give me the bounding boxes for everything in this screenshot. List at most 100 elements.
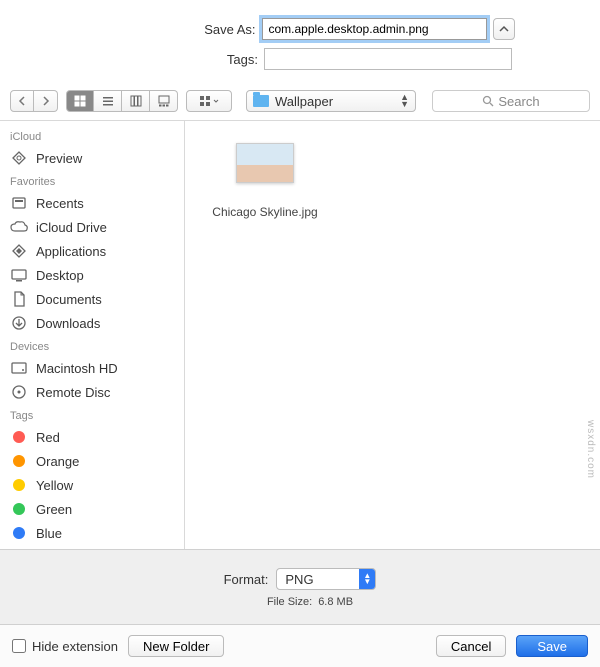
tag-dot-orange: [10, 452, 28, 470]
filesize-label: File Size:: [267, 596, 312, 608]
updown-icon: ▲▼: [359, 569, 375, 589]
forward-button[interactable]: [34, 90, 58, 112]
format-row: Format: PNG ▲▼: [224, 568, 377, 590]
save-as-row: Save As:: [86, 18, 515, 40]
cancel-button[interactable]: Cancel: [436, 635, 506, 657]
chevron-right-icon: [42, 96, 50, 106]
sidebar-item-macintosh-hd[interactable]: Macintosh HD: [0, 356, 184, 380]
sidebar-item-label: Blue: [36, 526, 62, 541]
watermark: wsxdn.com: [585, 420, 596, 479]
save-button[interactable]: Save: [516, 635, 588, 657]
format-select[interactable]: PNG ▲▼: [276, 568, 376, 590]
back-button[interactable]: [10, 90, 34, 112]
save-as-input[interactable]: [262, 18, 487, 40]
tag-dot-yellow: [10, 476, 28, 494]
sidebar-item-label: Recents: [36, 196, 84, 211]
filesize-row: File Size: 6.8 MB: [247, 596, 353, 608]
hide-extension-checkbox[interactable]: Hide extension: [12, 639, 118, 654]
sidebar-item-remote-disc[interactable]: Remote Disc: [0, 380, 184, 404]
sidebar-tag-red[interactable]: Red: [0, 425, 184, 449]
grid-icon: [74, 95, 86, 107]
sidebar-item-label: iCloud Drive: [36, 220, 107, 235]
view-list-button[interactable]: [94, 90, 122, 112]
search-placeholder: Search: [498, 94, 539, 109]
file-item[interactable]: Chicago Skyline.jpg: [205, 137, 325, 533]
group-by-button[interactable]: [186, 90, 232, 112]
new-folder-button[interactable]: New Folder: [128, 635, 224, 657]
tag-dot-green: [10, 500, 28, 518]
sidebar-item-label: Red: [36, 430, 60, 445]
chevron-down-icon: [213, 99, 219, 103]
save-as-label: Save As:: [86, 22, 256, 37]
sidebar-item-label: Remote Disc: [36, 385, 110, 400]
sidebar-item-label: Desktop: [36, 268, 84, 283]
chevron-left-icon: [18, 96, 26, 106]
main-area: iCloud Preview Favorites Recents iCloud …: [0, 121, 600, 549]
view-columns-button[interactable]: [122, 90, 150, 112]
tags-row: Tags:: [88, 48, 512, 70]
filesize-value: 6.8 MB: [318, 596, 353, 608]
sidebar-tag-yellow[interactable]: Yellow: [0, 473, 184, 497]
expand-toggle-button[interactable]: [493, 18, 515, 40]
folder-icon: [253, 95, 269, 107]
tags-label: Tags:: [88, 52, 258, 67]
sidebar-item-label: Applications: [36, 244, 106, 259]
sidebar-item-desktop[interactable]: Desktop: [0, 263, 184, 287]
location-popup[interactable]: Wallpaper ▲▼: [246, 90, 416, 112]
sidebar-item-label: Downloads: [36, 316, 100, 331]
grid-small-icon: [199, 95, 211, 107]
sidebar-item-label: Macintosh HD: [36, 361, 118, 376]
sidebar-item-label: Green: [36, 502, 72, 517]
cloud-icon: [10, 218, 28, 236]
hdd-icon: [10, 359, 28, 377]
format-value: PNG: [285, 572, 313, 587]
sidebar-item-documents[interactable]: Documents: [0, 287, 184, 311]
preview-app-icon: [10, 149, 28, 167]
list-icon: [102, 95, 114, 107]
tag-dot-blue: [10, 524, 28, 542]
search-icon: [482, 95, 494, 107]
sidebar-item-icloud-drive[interactable]: iCloud Drive: [0, 215, 184, 239]
sidebar-item-downloads[interactable]: Downloads: [0, 311, 184, 335]
gallery-icon: [158, 95, 170, 107]
view-mode-selector: [66, 90, 178, 112]
sidebar-tag-green[interactable]: Green: [0, 497, 184, 521]
sidebar-section-tags: Tags: [0, 404, 184, 425]
chevron-up-icon: [499, 24, 509, 34]
sidebar-section-devices: Devices: [0, 335, 184, 356]
sidebar-item-label: Documents: [36, 292, 102, 307]
sidebar-tag-purple[interactable]: Purple: [0, 545, 184, 549]
location-label: Wallpaper: [275, 94, 333, 109]
recents-icon: [10, 194, 28, 212]
bottom-bar: Hide extension New Folder Cancel Save: [0, 624, 600, 667]
tags-input[interactable]: [264, 48, 512, 70]
sidebar-item-applications[interactable]: Applications: [0, 239, 184, 263]
file-name-label: Chicago Skyline.jpg: [205, 205, 325, 219]
downloads-icon: [10, 314, 28, 332]
sidebar-item-recents[interactable]: Recents: [0, 191, 184, 215]
updown-icon: ▲▼: [400, 94, 409, 108]
sidebar: iCloud Preview Favorites Recents iCloud …: [0, 121, 185, 549]
format-panel: Format: PNG ▲▼ File Size: 6.8 MB: [0, 549, 600, 624]
save-as-panel: Save As: Tags:: [0, 0, 600, 84]
view-gallery-button[interactable]: [150, 90, 178, 112]
view-icon-button[interactable]: [66, 90, 94, 112]
search-field[interactable]: Search: [432, 90, 590, 112]
documents-icon: [10, 290, 28, 308]
sidebar-section-icloud: iCloud: [0, 125, 184, 146]
desktop-icon: [10, 266, 28, 284]
nav-button-group: [10, 90, 58, 112]
sidebar-item-label: Orange: [36, 454, 79, 469]
sidebar-item-label: Yellow: [36, 478, 73, 493]
sidebar-item-label: Preview: [36, 151, 82, 166]
tag-dot-red: [10, 428, 28, 446]
format-label: Format:: [224, 572, 269, 587]
disc-icon: [10, 383, 28, 401]
sidebar-section-favorites: Favorites: [0, 170, 184, 191]
hide-extension-input[interactable]: [12, 639, 26, 653]
file-browser[interactable]: Chicago Skyline.jpg: [185, 121, 600, 549]
sidebar-tag-blue[interactable]: Blue: [0, 521, 184, 545]
sidebar-tag-orange[interactable]: Orange: [0, 449, 184, 473]
sidebar-item-preview[interactable]: Preview: [0, 146, 184, 170]
hide-extension-label: Hide extension: [32, 639, 118, 654]
